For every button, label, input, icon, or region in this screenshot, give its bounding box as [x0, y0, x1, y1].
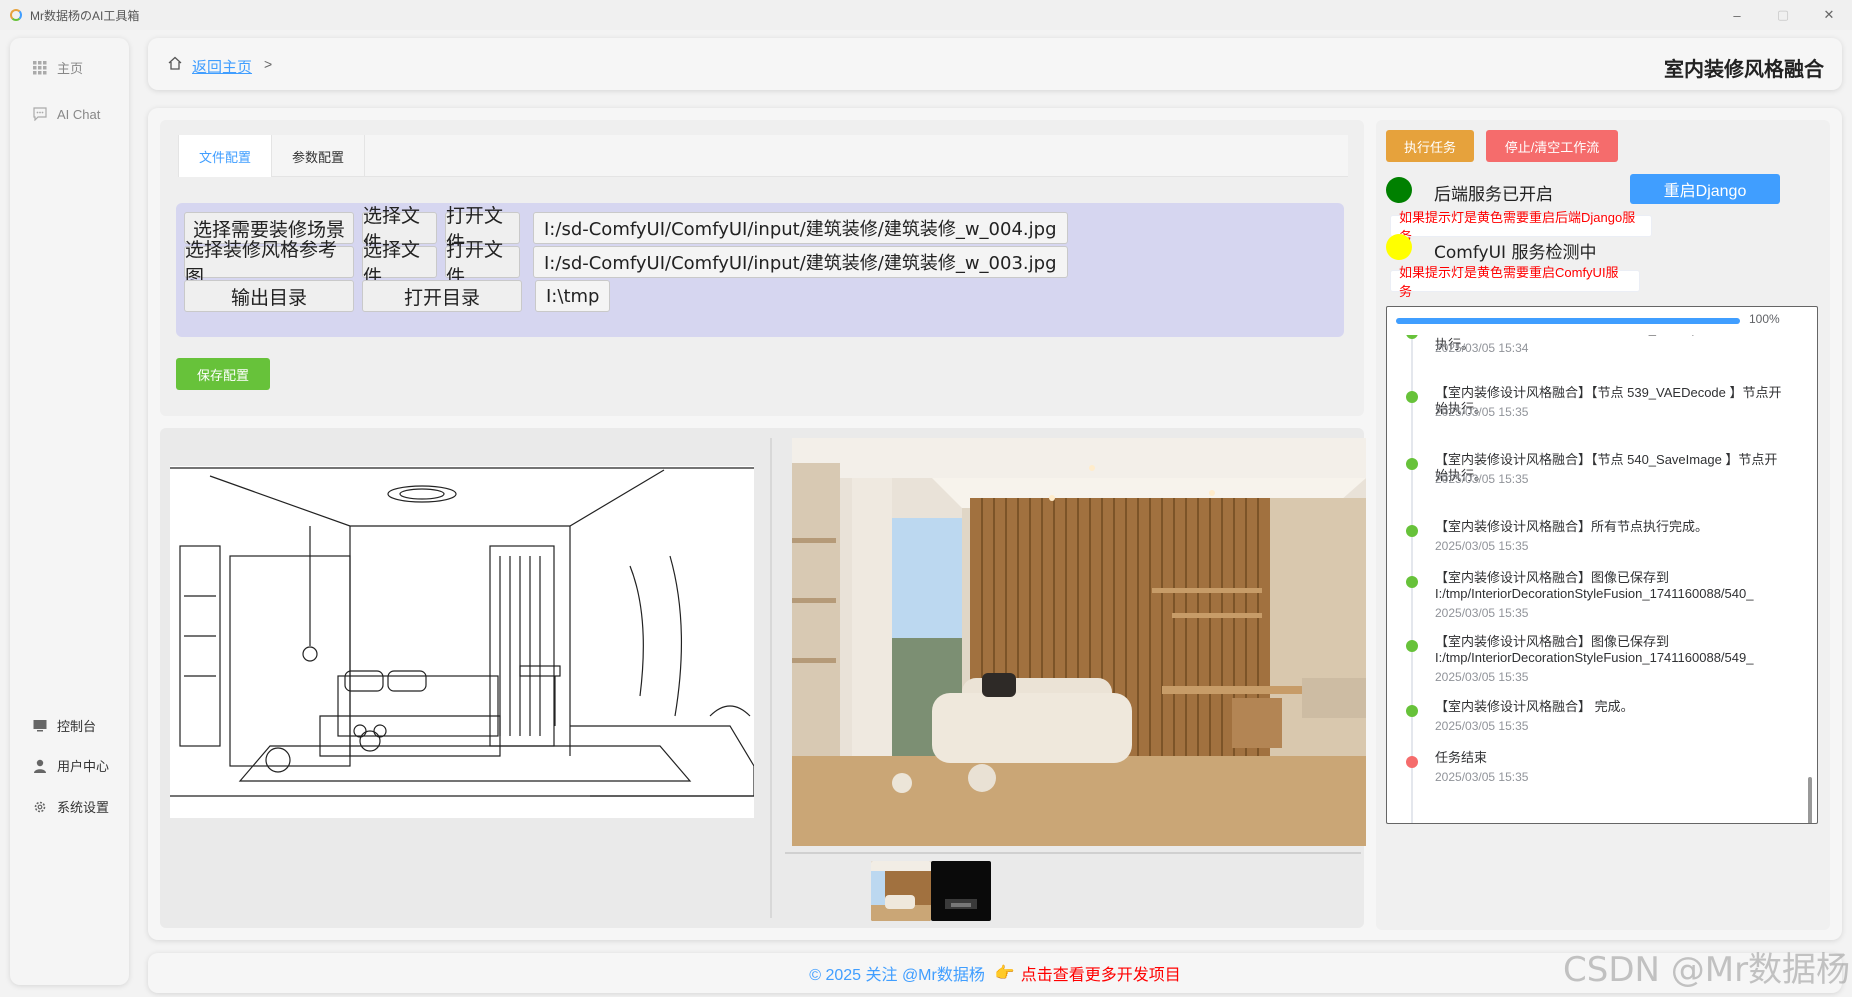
log-message: 【室内装修设计风格融合】图像已保存到 I:/tmp/InteriorDecora… [1435, 634, 1754, 665]
save-config-button[interactable]: 保存配置 [176, 358, 270, 390]
output-dir-button[interactable]: 输出目录 [184, 280, 354, 312]
task-panel: 执行任务 停止/清空工作流 后端服务已开启 重启Django 如果提示灯是黄色需… [1376, 120, 1830, 930]
choose-style-file-button[interactable]: 选择文件 [362, 239, 437, 288]
monitor-icon [32, 718, 48, 734]
open-style-file-button[interactable]: 打开文件 [445, 239, 520, 288]
page-title: 室内装修风格融合 [1664, 59, 1824, 81]
log-message: 【室内装修设计风格融合】 完成。 [1435, 699, 1634, 714]
pointing-hand-icon: 👉 [994, 965, 1015, 982]
scene-path-field[interactable]: I:/sd-ComfyUI/ComfyUI/input/建筑装修/建筑装修_w_… [533, 212, 1068, 244]
stop-clear-workflow-button[interactable]: 停止/清空工作流 [1486, 130, 1618, 162]
user-icon [32, 758, 48, 774]
sidebar-item-console[interactable]: 控制台 [32, 716, 96, 735]
tab-file-config[interactable]: 文件配置 [178, 135, 273, 177]
backend-status-text: 后端服务已开启 [1434, 185, 1553, 205]
backend-warning: 如果提示灯是黄色需要重启后端Django服务 [1390, 210, 1652, 244]
grid-icon [32, 60, 48, 76]
comfyui-status-text: ComfyUI 服务检测中 [1434, 243, 1597, 263]
output-render-image [792, 438, 1366, 846]
restart-django-button[interactable]: 重启Django [1630, 174, 1780, 204]
task-progress-label: 100% [1749, 312, 1780, 326]
close-button[interactable]: ✕ [1806, 0, 1852, 30]
task-progress-bar [1396, 318, 1740, 324]
title-bar: Mr数据杨のAI工具箱 – ▢ ✕ [0, 0, 1852, 30]
sidebar-item-user-center[interactable]: 用户中心 [32, 756, 109, 775]
more-projects-link[interactable]: 点击查看更多开发项目 [1021, 961, 1181, 985]
log-timestamp: 2025/03/05 15:34 [1435, 341, 1529, 355]
log-status-dot [1406, 705, 1418, 717]
gallery-thumbnail-2[interactable] [931, 861, 991, 921]
log-timestamp: 2025/03/05 15:35 [1435, 472, 1529, 486]
breadcrumb-separator: > [264, 56, 273, 72]
sidebar-item-ai-chat[interactable]: AI Chat [32, 106, 100, 122]
log-status-dot [1406, 391, 1418, 403]
log-timestamp: 2025/03/05 15:35 [1435, 405, 1529, 419]
log-status-dot [1406, 756, 1418, 768]
gallery-divider [785, 852, 1361, 854]
log-timestamp: 2025/03/05 15:35 [1435, 670, 1529, 684]
sidebar-item-home[interactable]: 主页 [32, 58, 83, 77]
home-icon [168, 56, 182, 74]
log-message: 任务结束 [1435, 750, 1488, 765]
output-path-field[interactable]: I:\tmp [535, 280, 611, 312]
sidebar-item-label: 用户中心 [57, 759, 110, 774]
image-divider [770, 438, 772, 918]
back-home-link[interactable]: 返回主页 [192, 56, 252, 77]
file-config-panel: 选择需要装修场景 选择文件 打开文件 I:/sd-ComfyUI/ComfyUI… [176, 203, 1344, 337]
log-timestamp: 2025/03/05 15:35 [1435, 606, 1529, 620]
log-timestamp: 2025/03/05 15:35 [1435, 770, 1529, 784]
log-timestamp: 2025/03/05 15:35 [1435, 719, 1529, 733]
maximize-button[interactable]: ▢ [1760, 0, 1806, 30]
log-status-dot [1406, 576, 1418, 588]
sidebar-item-label: 主页 [57, 61, 84, 76]
task-progress-fill [1396, 318, 1740, 324]
log-message: 【室内装修设计风格融合】所有节点执行完成。 [1435, 519, 1709, 534]
select-style-reference-button[interactable]: 选择装修风格参考图 [184, 239, 354, 288]
log-status-dot [1406, 335, 1418, 339]
style-path-field[interactable]: I:/sd-ComfyUI/ComfyUI/input/建筑装修/建筑装修_w_… [533, 246, 1068, 278]
config-card: 文件配置 参数配置 选择需要装修场景 选择文件 打开文件 I:/sd-Comfy… [160, 120, 1364, 416]
comfyui-status-indicator [1386, 234, 1412, 260]
log-status-dot [1406, 640, 1418, 652]
sidebar: 主页 AI Chat 控制台 用户中心 系统设置 [10, 38, 129, 985]
minimize-button[interactable]: – [1714, 0, 1760, 30]
gear-icon [32, 799, 48, 815]
task-log-panel: 100% 【室内装修设计风格融合】【节点 007_KSampler】节点开始执行… [1386, 306, 1818, 824]
header: 返回主页 > 室内装修风格融合 [148, 38, 1842, 90]
log-status-dot [1406, 458, 1418, 470]
log-timestamp: 2025/03/05 15:35 [1435, 539, 1529, 553]
input-sketch-image [170, 466, 755, 818]
execute-task-button[interactable]: 执行任务 [1386, 130, 1474, 162]
tab-param-config[interactable]: 参数配置 [272, 135, 366, 177]
window-title: Mr数据杨のAI工具箱 [30, 8, 140, 23]
sidebar-item-label: 系统设置 [57, 800, 110, 815]
image-preview-area [160, 428, 1366, 928]
main-panel: 文件配置 参数配置 选择需要装修场景 选择文件 打开文件 I:/sd-Comfy… [148, 108, 1842, 940]
chat-icon [32, 106, 48, 122]
sidebar-item-settings[interactable]: 系统设置 [32, 797, 109, 816]
log-scrollbar[interactable] [1808, 777, 1812, 823]
log-status-dot [1406, 525, 1418, 537]
backend-status-indicator [1386, 177, 1412, 203]
config-tabs: 文件配置 参数配置 [178, 135, 1348, 177]
gallery-thumbnail-1[interactable] [871, 861, 931, 921]
csdn-watermark: CSDN @Mr数据杨 [1563, 950, 1851, 990]
sidebar-item-label: AI Chat [57, 106, 101, 122]
open-output-dir-button[interactable]: 打开目录 [362, 280, 522, 312]
comfyui-warning: 如果提示灯是黄色需要重启ComfyUI服务 [1390, 265, 1640, 299]
footer-copyright-link[interactable]: © 2025 关注 @Mr数据杨 [809, 961, 985, 985]
app-logo-icon [10, 9, 22, 21]
log-timeline[interactable]: 【室内装修设计风格融合】【节点 007_KSampler】节点开始执行。2025… [1387, 335, 1817, 823]
log-message: 【室内装修设计风格融合】图像已保存到 I:/tmp/InteriorDecora… [1435, 570, 1754, 601]
sidebar-item-label: 控制台 [57, 719, 97, 734]
